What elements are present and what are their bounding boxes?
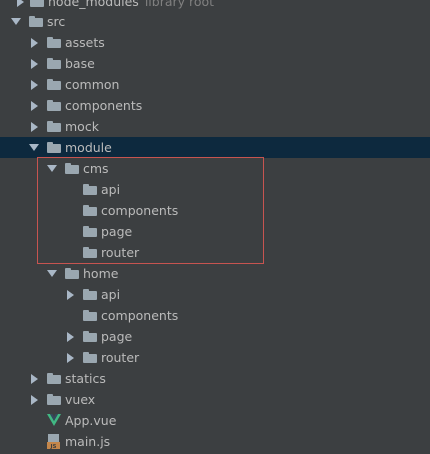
tree-item-label: node_modules <box>48 0 139 9</box>
tree-row-home[interactable]: home <box>0 263 430 284</box>
tree-row-home-page[interactable]: page <box>0 326 430 347</box>
tree-item-label: App.vue <box>65 413 117 428</box>
tree-item-label: common <box>65 77 120 92</box>
tree-item-label: api <box>101 287 121 302</box>
chevron-right-icon[interactable] <box>28 74 40 95</box>
folder-icon <box>47 142 61 153</box>
chevron-right-icon[interactable] <box>64 347 76 368</box>
tree-item-label: router <box>101 350 140 365</box>
chevron-right-icon[interactable] <box>28 95 40 116</box>
svg-text:JS: JS <box>49 444 56 449</box>
vue-file-icon <box>47 414 61 426</box>
tree-item-label: mock <box>65 119 99 134</box>
chevron-right-icon[interactable] <box>28 368 40 389</box>
folder-icon <box>83 310 97 321</box>
chevron-right-icon[interactable] <box>64 326 76 347</box>
chevron-right-icon[interactable] <box>28 32 40 53</box>
tree-row-common[interactable]: common <box>0 74 430 95</box>
tree-item-label: main.js <box>65 434 111 449</box>
tree-item-label: assets <box>65 35 105 50</box>
folder-icon <box>29 16 43 27</box>
tree-row-src[interactable]: src <box>0 11 430 32</box>
chevron-right-icon[interactable] <box>28 116 40 137</box>
folder-icon <box>47 37 61 48</box>
library-root-suffix: library root <box>144 0 215 9</box>
chevron-down-icon[interactable] <box>10 11 22 32</box>
js-file-icon: JS <box>47 434 60 449</box>
tree-row-components[interactable]: components <box>0 95 430 116</box>
tree-row-main-js[interactable]: JS main.js <box>0 431 430 452</box>
tree-row-module[interactable]: module <box>0 137 430 158</box>
chevron-down-icon[interactable] <box>28 137 40 158</box>
chevron-down-icon[interactable] <box>46 263 58 284</box>
tree-row-mock[interactable]: mock <box>0 116 430 137</box>
tree-row-base[interactable]: base <box>0 53 430 74</box>
tree-item-label: base <box>65 56 95 71</box>
tree-row-home-router[interactable]: router <box>0 347 430 368</box>
tree-row-app-vue[interactable]: App.vue <box>0 410 430 431</box>
tree-item-label: module <box>65 140 112 155</box>
folder-icon <box>47 373 61 384</box>
tree-item-label: page <box>101 329 133 344</box>
chevron-right-icon[interactable] <box>28 53 40 74</box>
folder-icon <box>47 394 61 405</box>
tree-item-label: src <box>47 14 66 29</box>
tree-item-label: statics <box>65 371 106 386</box>
folder-icon <box>83 331 97 342</box>
tree-row-statics[interactable]: statics <box>0 368 430 389</box>
chevron-right-icon[interactable] <box>64 284 76 305</box>
folder-icon <box>47 121 61 132</box>
tree-row-home-components[interactable]: components <box>0 305 430 326</box>
folder-icon <box>47 100 61 111</box>
tree-item-label: vuex <box>65 392 96 407</box>
folder-icon <box>83 289 97 300</box>
project-tree: node_modules library root src assets base… <box>0 0 430 454</box>
chevron-right-icon[interactable] <box>28 389 40 410</box>
tree-item-label: components <box>65 98 143 113</box>
tree-row-home-api[interactable]: api <box>0 284 430 305</box>
folder-icon <box>47 58 61 69</box>
tree-item-label: home <box>83 266 119 281</box>
folder-icon <box>65 268 79 279</box>
folder-icon <box>47 79 61 90</box>
highlight-annotation-box <box>37 157 264 264</box>
tree-row-assets[interactable]: assets <box>0 32 430 53</box>
folder-icon <box>30 0 44 7</box>
folder-icon <box>83 352 97 363</box>
tree-row-vuex[interactable]: vuex <box>0 389 430 410</box>
tree-item-label: components <box>101 308 179 323</box>
